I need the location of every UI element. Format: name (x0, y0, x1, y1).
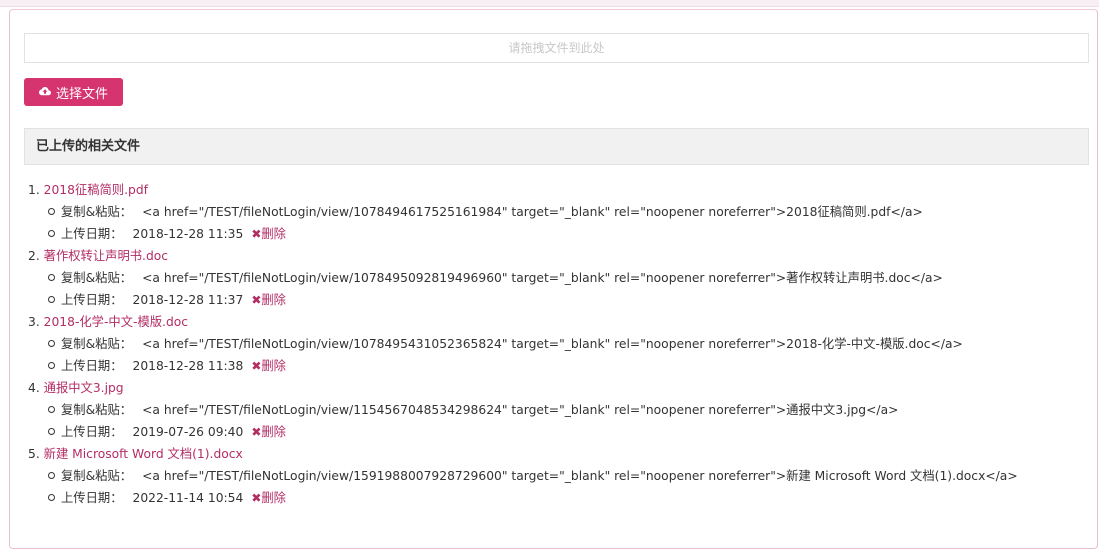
close-icon: ✖ (251, 227, 262, 241)
upload-date-row: 上传日期： 2022-11-14 10:54 ✖删除 (28, 487, 1088, 509)
upload-date-row: 上传日期： 2018-12-28 11:38 ✖删除 (28, 355, 1088, 377)
choose-file-button[interactable]: 选择文件 (24, 78, 123, 106)
upload-date-value: 2019-07-26 09:40 (132, 425, 244, 439)
delete-button[interactable]: ✖删除 (251, 359, 286, 373)
file-title-row: 2. 著作权转让声明书.doc (28, 245, 1088, 267)
copy-paste-label: 复制&粘贴： (61, 337, 133, 351)
upload-date-value: 2018-12-28 11:37 (132, 293, 244, 307)
file-number: 3. (28, 315, 40, 329)
file-number: 2. (28, 249, 40, 263)
upload-date-row: 上传日期： 2019-07-26 09:40 ✖删除 (28, 421, 1088, 443)
file-item: 4. 通报中文3.jpg 复制&粘贴： <a href="/TEST/fileNot… (28, 377, 1088, 443)
delete-button[interactable]: ✖删除 (251, 425, 286, 439)
upload-date-label: 上传日期： (61, 425, 123, 439)
delete-button[interactable]: ✖删除 (251, 293, 286, 307)
delete-button[interactable]: ✖删除 (251, 227, 286, 241)
upload-date-value: 2022-11-14 10:54 (132, 491, 244, 505)
close-icon: ✖ (251, 359, 262, 373)
file-link[interactable]: 2018-化学-中文-模版.doc (44, 315, 188, 329)
bullet-icon (48, 406, 55, 413)
upload-date-value: 2018-12-28 11:38 (132, 359, 244, 373)
uploaded-file-list: 1. 2018征稿简则.pdf 复制&粘贴： <a href="/TEST/file… (28, 179, 1088, 509)
upload-date-label: 上传日期： (61, 227, 123, 241)
delete-button[interactable]: ✖删除 (251, 491, 286, 505)
copy-paste-row: 复制&粘贴： <a href="/TEST/fileNotLogin/view/1… (28, 399, 1088, 421)
bullet-icon (48, 428, 55, 435)
file-title-row: 4. 通报中文3.jpg (28, 377, 1088, 399)
delete-label: 删除 (261, 491, 286, 505)
bullet-icon (48, 494, 55, 501)
choose-file-label: 选择文件 (55, 86, 108, 102)
copy-paste-row: 复制&粘贴： <a href="/TEST/fileNotLogin/view/1… (28, 267, 1088, 289)
bullet-icon (48, 208, 55, 215)
delete-label: 删除 (261, 359, 286, 373)
bullet-icon (48, 340, 55, 347)
bullet-icon (48, 274, 55, 281)
upload-date-label: 上传日期： (61, 293, 123, 307)
top-border (0, 0, 1099, 7)
embed-code-text[interactable]: <a href="/TEST/fileNotLogin/view/1078494… (142, 205, 923, 219)
close-icon: ✖ (251, 425, 262, 439)
uploaded-files-heading: 已上传的相关文件 (24, 128, 1089, 165)
upload-date-value: 2018-12-28 11:35 (132, 227, 244, 241)
upload-date-row: 上传日期： 2018-12-28 11:37 ✖删除 (28, 289, 1088, 311)
delete-label: 删除 (261, 293, 286, 307)
file-item: 1. 2018征稿简则.pdf 复制&粘贴： <a href="/TEST/file… (28, 179, 1088, 245)
delete-label: 删除 (261, 425, 286, 439)
upload-date-label: 上传日期： (61, 359, 123, 373)
close-icon: ✖ (251, 491, 262, 505)
copy-paste-label: 复制&粘贴： (61, 469, 133, 483)
file-link[interactable]: 新建 Microsoft Word 文档(1).docx (44, 447, 243, 461)
copy-paste-label: 复制&粘贴： (61, 271, 133, 285)
file-item: 3. 2018-化学-中文-模版.doc 复制&粘贴： <a href="/TEST… (28, 311, 1088, 377)
copy-paste-label: 复制&粘贴： (61, 205, 133, 219)
upload-date-row: 上传日期： 2018-12-28 11:35 ✖删除 (28, 223, 1088, 245)
bullet-icon (48, 472, 55, 479)
file-drop-zone[interactable]: 请拖拽文件到此处 (24, 33, 1089, 63)
copy-paste-row: 复制&粘贴： <a href="/TEST/fileNotLogin/view/1… (28, 333, 1088, 355)
close-icon: ✖ (251, 293, 262, 307)
delete-label: 删除 (261, 227, 286, 241)
file-number: 4. (28, 381, 40, 395)
file-number: 5. (28, 447, 40, 461)
file-item: 2. 著作权转让声明书.doc 复制&粘贴： <a href="/TEST/file… (28, 245, 1088, 311)
bullet-icon (48, 230, 55, 237)
cloud-upload-icon (38, 85, 51, 100)
copy-paste-label: 复制&粘贴： (61, 403, 133, 417)
embed-code-text[interactable]: <a href="/TEST/fileNotLogin/view/1591988… (142, 469, 1018, 483)
file-number: 1. (28, 183, 40, 197)
embed-code-text[interactable]: <a href="/TEST/fileNotLogin/view/1078495… (142, 337, 963, 351)
file-title-row: 5. 新建 Microsoft Word 文档(1).docx (28, 443, 1088, 465)
bullet-icon (48, 362, 55, 369)
file-link[interactable]: 通报中文3.jpg (44, 381, 124, 395)
file-item: 5. 新建 Microsoft Word 文档(1).docx 复制&粘贴： <a … (28, 443, 1088, 509)
file-link[interactable]: 2018征稿简则.pdf (44, 183, 148, 197)
copy-paste-row: 复制&粘贴： <a href="/TEST/fileNotLogin/view/1… (28, 201, 1088, 223)
file-link[interactable]: 著作权转让声明书.doc (44, 249, 168, 263)
embed-code-text[interactable]: <a href="/TEST/fileNotLogin/view/1078495… (142, 271, 943, 285)
file-title-row: 3. 2018-化学-中文-模版.doc (28, 311, 1088, 333)
upload-date-label: 上传日期： (61, 491, 123, 505)
file-title-row: 1. 2018征稿简则.pdf (28, 179, 1088, 201)
embed-code-text[interactable]: <a href="/TEST/fileNotLogin/view/1154567… (142, 403, 898, 417)
copy-paste-row: 复制&粘贴： <a href="/TEST/fileNotLogin/view/1… (28, 465, 1088, 487)
bullet-icon (48, 296, 55, 303)
